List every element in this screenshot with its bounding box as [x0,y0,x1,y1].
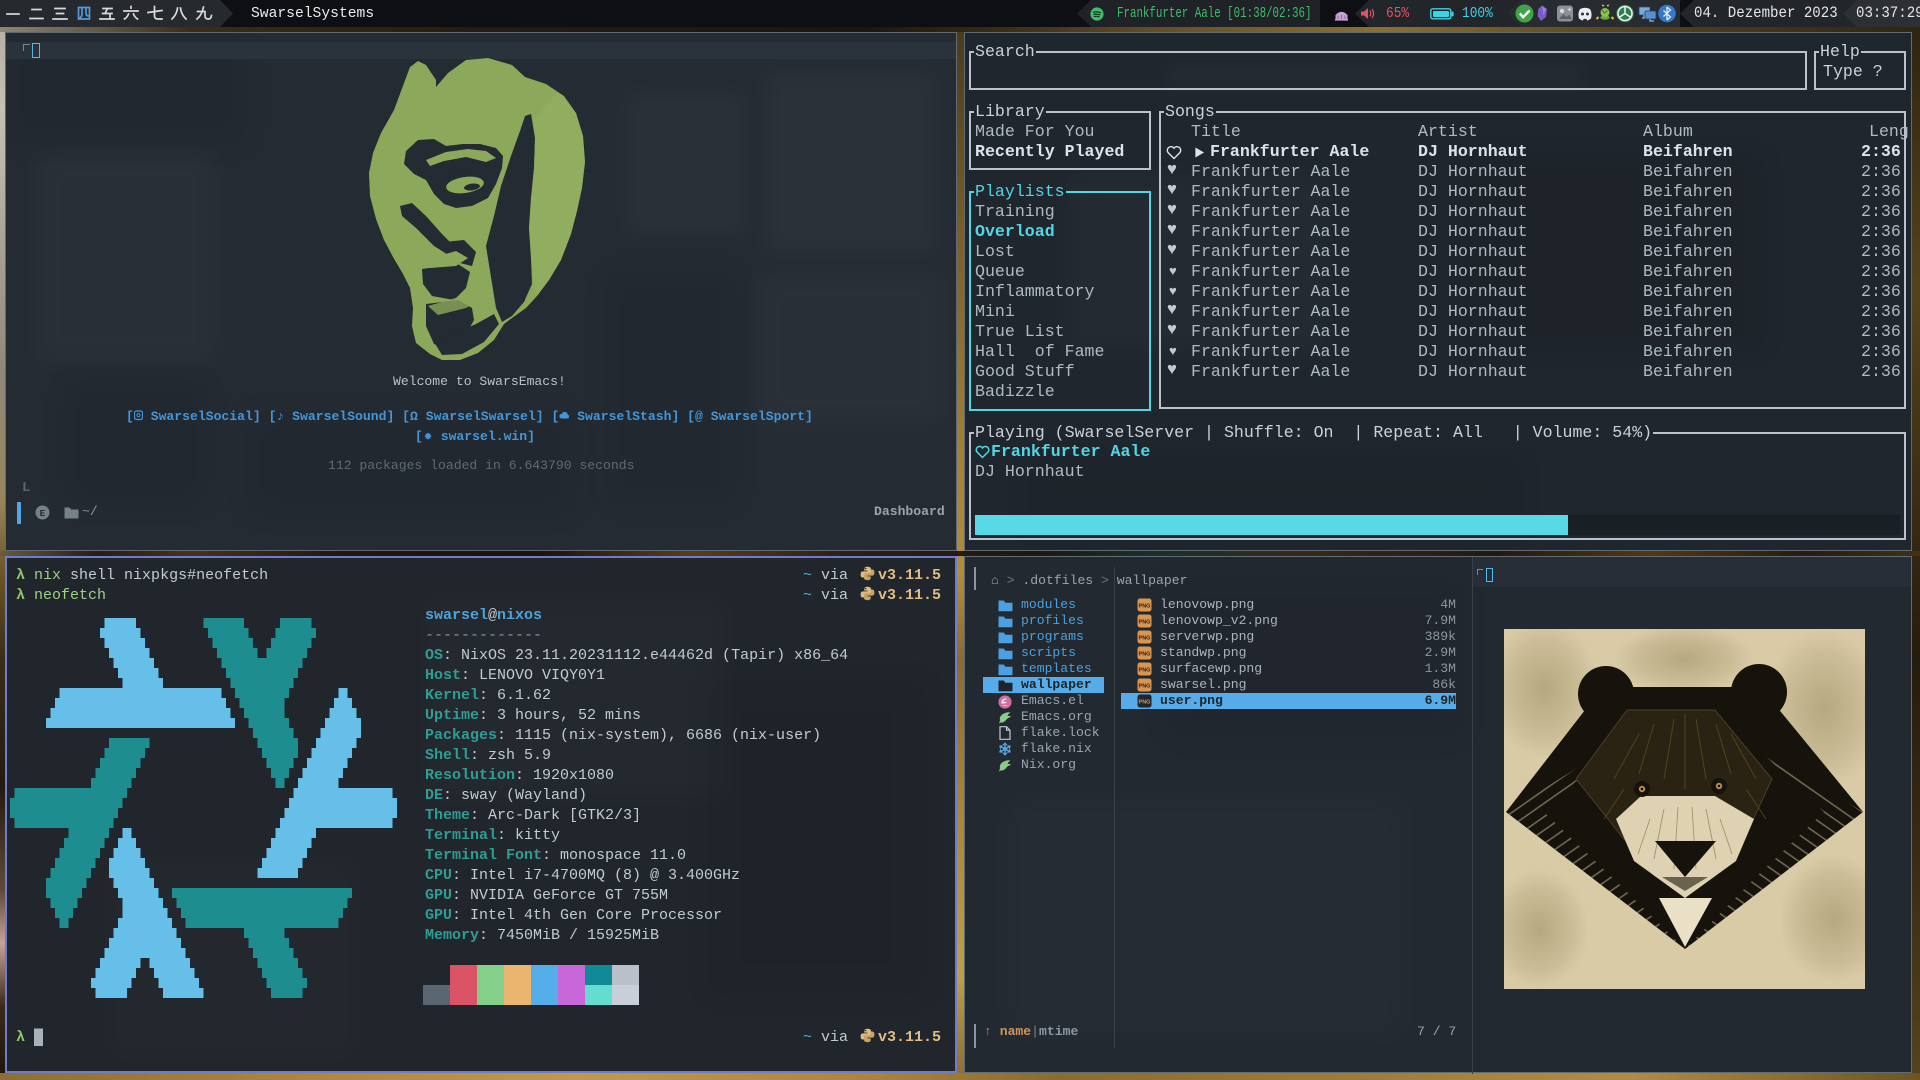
svg-text:PNG: PNG [1139,652,1151,658]
svg-text:PNG: PNG [1139,620,1151,626]
svg-text:PNG: PNG [1139,668,1151,674]
svg-text:PNG: PNG [1139,700,1151,706]
svg-text:PNG: PNG [1139,636,1151,642]
svg-text:PNG: PNG [1139,604,1151,610]
svg-text:PNG: PNG [1139,684,1151,690]
svg-text:E: E [40,508,46,519]
